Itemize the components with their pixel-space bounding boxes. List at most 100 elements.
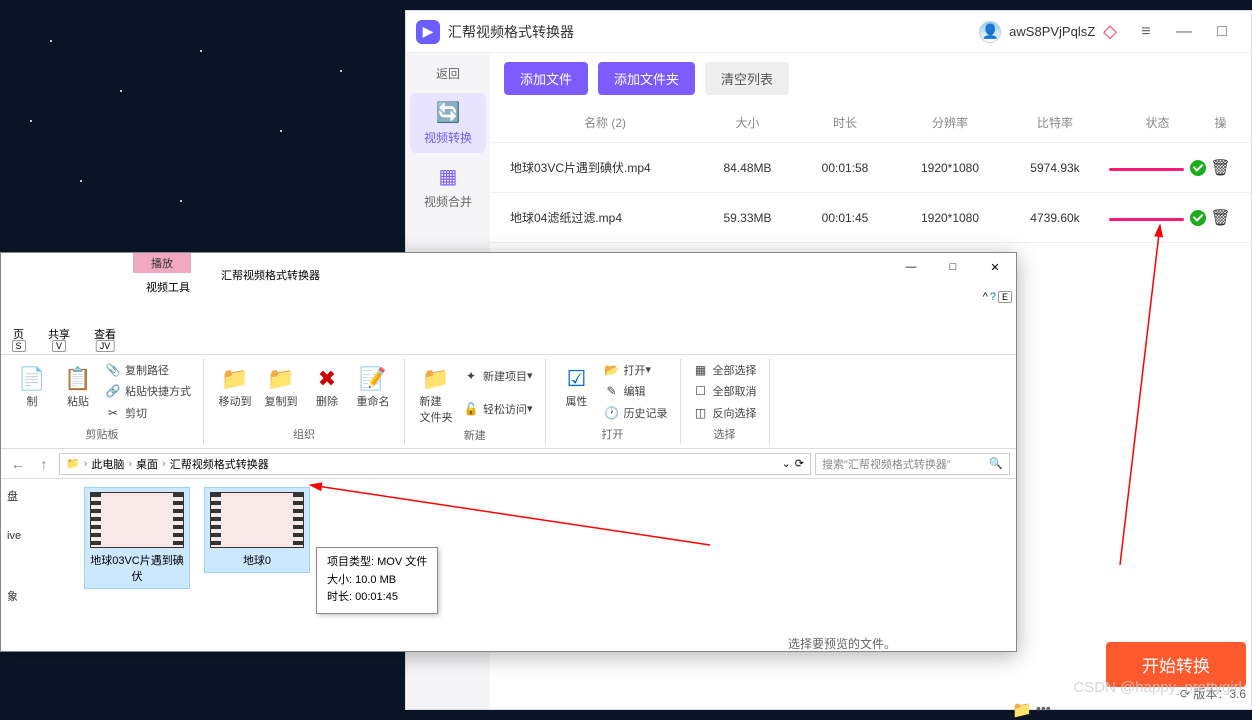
delete-icon[interactable]: 🗑	[1210, 210, 1230, 227]
file-item[interactable]: 地球03VC片遇到碘伏	[84, 487, 190, 589]
cell-duration: 00:01:45	[795, 211, 895, 225]
up-nav-button[interactable]: ↑	[33, 453, 55, 475]
paste-shortcut-button[interactable]: 🔗粘贴快捷方式	[101, 381, 195, 401]
select-none-button[interactable]: ☐全部取消	[689, 381, 761, 401]
back-button[interactable]: 返回	[410, 57, 486, 89]
invert-select-button[interactable]: ◫反向选择	[689, 403, 761, 423]
table-row[interactable]: 地球04滤纸过滤.mp4 59.33MB 00:01:45 1920*1080 …	[490, 193, 1251, 243]
preview-message: 选择要预览的文件。	[788, 635, 896, 652]
group-label: 组织	[212, 424, 396, 444]
explorer-title-bar: 播放 视频工具 汇帮视频格式转换器 — □ ✕ ^ ? E	[1, 253, 1016, 298]
table-header: 名称 (2) 大小 时长 分辨率 比特率 状态 操	[490, 103, 1251, 143]
delete-icon[interactable]: 🗑	[1210, 160, 1230, 177]
cell-size: 59.33MB	[700, 211, 795, 225]
new-folder-button[interactable]: 📁新建 文件夹	[413, 359, 459, 425]
search-input[interactable]: 搜索"汇帮视频格式转换器" 🔍	[815, 453, 1010, 475]
col-size: 大小	[700, 114, 795, 131]
dropdown-icon[interactable]: ⌄	[782, 457, 791, 470]
tree-panel: 盘 ive 象	[1, 479, 76, 682]
ribbon-tab-view[interactable]: 查看JV	[82, 322, 128, 346]
menu-icon[interactable]: ≡	[1127, 17, 1165, 47]
file-name: 地球0	[209, 552, 305, 568]
key-hint: E	[998, 291, 1012, 303]
breadcrumb-item[interactable]: 此电脑	[91, 456, 124, 472]
tooltip-line: 项目类型: MOV 文件	[327, 554, 427, 572]
col-resolution: 分辨率	[895, 114, 1005, 131]
paste-button[interactable]: 📋粘贴	[55, 359, 101, 424]
col-bitrate: 比特率	[1005, 114, 1105, 131]
title-bar: ▶ 汇帮视频格式转换器 👤 awS8PVjPqlsZ ◇ ≡ — □	[406, 11, 1251, 53]
maximize-button[interactable]: □	[932, 253, 974, 281]
convert-icon: 🔄	[436, 100, 461, 125]
chevron-icon[interactable]: ^	[983, 291, 988, 303]
address-bar-row: ← ↑ 📁 › 此电脑 › 桌面 › 汇帮视频格式转换器 ⌄ ⟳ 搜索"汇帮视频…	[1, 449, 1016, 479]
copy-button[interactable]: 📄制	[9, 359, 55, 424]
tab-label: 视频合并	[424, 193, 472, 210]
breadcrumb-item[interactable]: 桌面	[136, 456, 158, 472]
new-item-button[interactable]: ✦新建项目 ▾	[459, 366, 537, 386]
check-icon	[1190, 210, 1206, 226]
ribbon-tab-share[interactable]: 共享V	[36, 322, 82, 346]
back-nav-button[interactable]: ←	[7, 453, 29, 475]
breadcrumb-item[interactable]: 汇帮视频格式转换器	[170, 456, 269, 472]
refresh-icon[interactable]: ⟳	[795, 457, 804, 470]
tab-label: 视频转换	[424, 129, 472, 146]
cell-bitrate: 5974.93k	[1005, 161, 1105, 175]
group-label: 新建	[413, 425, 537, 445]
clear-list-button[interactable]: 清空列表	[705, 62, 789, 95]
file-name: 地球03VC片遇到碘伏	[89, 552, 185, 584]
toolbar: 添加文件 添加文件夹 清空列表	[490, 53, 1251, 103]
cell-size: 84.48MB	[700, 161, 795, 175]
add-file-button[interactable]: 添加文件	[504, 62, 588, 95]
cell-duration: 00:01:58	[795, 161, 895, 175]
cell-status	[1105, 210, 1210, 226]
add-folder-button[interactable]: 添加文件夹	[598, 62, 695, 95]
properties-button[interactable]: ☑属性	[554, 359, 600, 424]
more-icon[interactable]: •••	[1036, 700, 1051, 716]
col-name: 名称 (2)	[510, 114, 700, 131]
minimize-button[interactable]: —	[1165, 17, 1203, 47]
explorer-window: 播放 视频工具 汇帮视频格式转换器 — □ ✕ ^ ? E 页S 共享V 查看J…	[0, 252, 1017, 652]
rename-button[interactable]: 📝重命名	[350, 359, 396, 424]
folder-icon: 📁	[66, 457, 80, 470]
video-thumbnail	[210, 492, 304, 548]
history-button[interactable]: 🕐历史记录	[600, 403, 672, 423]
move-button[interactable]: 📁移动到	[212, 359, 258, 424]
tooltip-line: 时长: 00:01:45	[327, 589, 427, 607]
tree-item[interactable]: ive	[7, 527, 69, 545]
table-row[interactable]: 地球03VC片遇到碘伏.mp4 84.48MB 00:01:58 1920*10…	[490, 143, 1251, 193]
maximize-button[interactable]: □	[1203, 17, 1241, 47]
select-all-button[interactable]: ▦全部选择	[689, 360, 761, 380]
cell-status	[1105, 160, 1210, 176]
copy-to-button[interactable]: 📁复制到	[258, 359, 304, 424]
edit-button[interactable]: ✎编辑	[600, 381, 672, 401]
cell-resolution: 1920*1080	[895, 211, 1005, 225]
file-view: 地球03VC片遇到碘伏 地球0 项目类型: MOV 文件 大小: 10.0 MB…	[76, 479, 1016, 682]
tree-item[interactable]: 盘	[7, 485, 69, 507]
tab-merge[interactable]: ▦ 视频合并	[410, 157, 486, 217]
video-thumbnail	[90, 492, 184, 548]
ribbon-tab-page[interactable]: 页S	[1, 322, 36, 346]
address-bar[interactable]: 📁 › 此电脑 › 桌面 › 汇帮视频格式转换器 ⌄ ⟳	[59, 453, 811, 475]
tab-convert[interactable]: 🔄 视频转换	[410, 93, 486, 153]
avatar[interactable]: 👤	[979, 21, 1001, 43]
app-icon: ▶	[416, 20, 440, 44]
delete-button[interactable]: ✖删除	[304, 359, 350, 424]
help-icon[interactable]: ?	[990, 291, 996, 303]
search-icon: 🔍	[989, 457, 1003, 470]
file-item[interactable]: 地球0	[204, 487, 310, 573]
diamond-icon[interactable]: ◇	[1103, 21, 1117, 42]
minimize-button[interactable]: —	[890, 253, 932, 281]
cut-button[interactable]: ✂剪切	[101, 403, 195, 423]
video-tools-label: 视频工具	[146, 279, 190, 295]
tree-item[interactable]: 象	[7, 585, 69, 607]
easy-access-button[interactable]: 🔓轻松访问 ▾	[459, 399, 537, 419]
close-button[interactable]: ✕	[974, 253, 1016, 281]
explorer-title: 汇帮视频格式转换器	[221, 267, 320, 283]
open-button[interactable]: 📂打开 ▾	[600, 360, 672, 380]
copy-path-button[interactable]: 📎复制路径	[101, 360, 195, 380]
folder-icon[interactable]: 📁	[1012, 700, 1032, 720]
play-tab[interactable]: 播放	[133, 253, 191, 273]
group-label: 剪贴板	[9, 424, 195, 444]
col-duration: 时长	[795, 114, 895, 131]
